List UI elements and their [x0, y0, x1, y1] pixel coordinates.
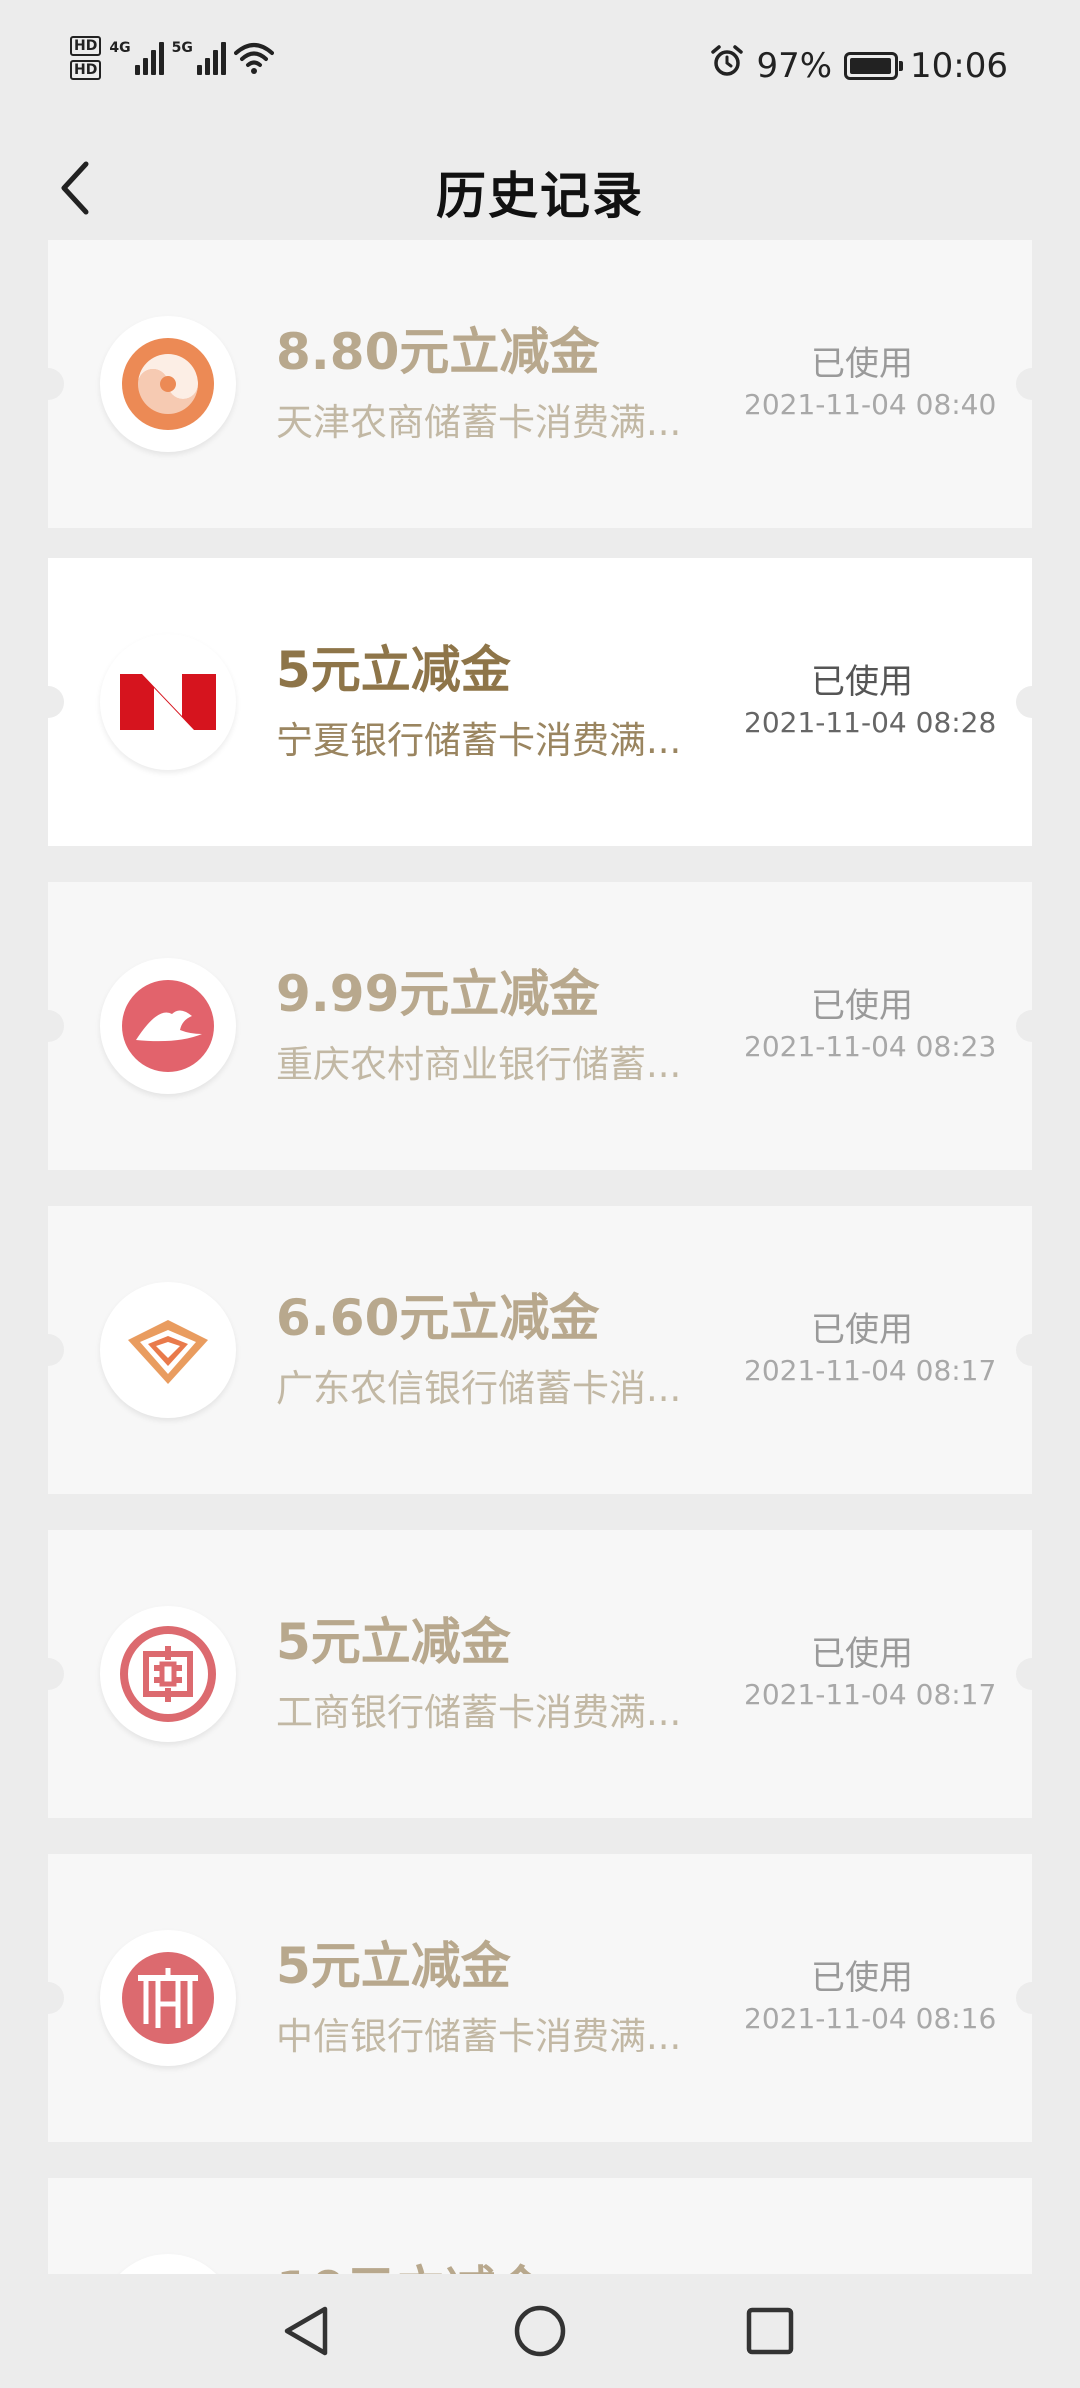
- battery-percent: 97%: [756, 45, 833, 86]
- coupon-card[interactable]: 8.80元立减金 天津农商储蓄卡消费满... 已使用 2021-11-04 08…: [32, 240, 1048, 528]
- alarm-icon: [710, 44, 744, 87]
- page-title: 历史记录: [436, 167, 644, 225]
- clock: 10:06: [910, 45, 1008, 86]
- square-recents-icon: [746, 2307, 794, 2355]
- ningxia-bank-logo: [100, 634, 236, 770]
- coupon-description: 工商银行储蓄卡消费满...: [276, 1691, 682, 1734]
- coupon-time: 2021-11-04 08:16: [744, 2002, 997, 2035]
- status-bar: HD HD 4G 5G 97% 10:06: [0, 0, 1080, 130]
- icbc-logo: [100, 1606, 236, 1742]
- coupon-title: 8.80元立减金: [276, 323, 600, 381]
- coupon-time: 2021-11-04 08:28: [744, 706, 997, 739]
- coupon-description: 中信银行储蓄卡消费满...: [276, 2015, 682, 2058]
- coupon-description: 天津农商储蓄卡消费满...: [276, 401, 682, 444]
- nav-recents-button[interactable]: [735, 2296, 805, 2366]
- guangdong-rural-credit-logo: [100, 1282, 236, 1418]
- hd-badge-1: HD: [70, 36, 102, 56]
- wifi-icon: [233, 41, 274, 75]
- signal-icon: [134, 41, 164, 75]
- coupon-card[interactable]: 5元立减金 宁夏银行储蓄卡消费满... 已使用 2021-11-04 08:28: [32, 558, 1048, 846]
- coupon-card[interactable]: 5元立减金 工商银行储蓄卡消费满... 已使用 2021-11-04 08:17: [32, 1530, 1048, 1818]
- coupon-title: 10元立减金: [276, 2250, 546, 2274]
- signal-group-2: 5G: [172, 41, 226, 75]
- coupon-card[interactable]: 9.99元立减金 重庆农村商业银行储蓄... 已使用 2021-11-04 08…: [32, 882, 1048, 1170]
- chongqing-rural-bank-logo: [100, 958, 236, 1094]
- coupon-history-list[interactable]: 8.80元立减金 天津农商储蓄卡消费满... 已使用 2021-11-04 08…: [0, 240, 1080, 2274]
- network-type-2: 5G: [171, 40, 193, 56]
- coupon-title: 9.99元立减金: [276, 965, 600, 1023]
- status-left: HD HD 4G 5G: [70, 36, 274, 80]
- status-right: 97% 10:06: [710, 44, 1008, 87]
- network-type-1: 4G: [109, 40, 131, 56]
- coupon-time: 2021-11-04 08:17: [744, 1678, 997, 1711]
- triangle-back-icon: [284, 2306, 328, 2356]
- coupon-status: 已使用: [811, 1958, 913, 1998]
- coupon-status: 已使用: [811, 662, 913, 702]
- coupon-card[interactable]: 10元立减金: [48, 2178, 1032, 2274]
- battery-level: [850, 57, 891, 74]
- hd-indicators: HD HD: [70, 36, 102, 80]
- coupon-title: 5元立减金: [276, 1613, 511, 1671]
- coupon-time: 2021-11-04 08:40: [744, 388, 997, 421]
- coupon-description: 宁夏银行储蓄卡消费满...: [276, 719, 682, 762]
- coupon-status: 已使用: [811, 1634, 913, 1674]
- coupon-description: 重庆农村商业银行储蓄...: [276, 1043, 682, 1086]
- coupon-title: 5元立减金: [276, 1937, 511, 1995]
- coupon-description: 广东农信银行储蓄卡消...: [276, 1367, 682, 1410]
- partial-bank-logo: [100, 2254, 236, 2274]
- signal-icon: [196, 41, 226, 75]
- nav-back-button[interactable]: [270, 2296, 340, 2366]
- signal-group-1: 4G: [109, 40, 164, 75]
- circle-home-icon: [514, 2305, 566, 2357]
- tianjin-rural-bank-logo: [100, 316, 236, 452]
- nav-home-button[interactable]: [505, 2296, 575, 2366]
- hd-badge-2: HD: [70, 60, 102, 80]
- system-nav-bar: [0, 2274, 1080, 2388]
- coupon-status: 已使用: [811, 1310, 913, 1350]
- coupon-time: 2021-11-04 08:17: [744, 1354, 997, 1387]
- citic-bank-logo: [100, 1930, 236, 2066]
- coupon-time: 2021-11-04 08:23: [744, 1030, 997, 1063]
- coupon-card[interactable]: 6.60元立减金 广东农信银行储蓄卡消... 已使用 2021-11-04 08…: [32, 1206, 1048, 1494]
- coupon-status: 已使用: [811, 344, 913, 384]
- battery-icon: [844, 51, 904, 80]
- coupon-title: 5元立减金: [276, 641, 511, 699]
- coupon-card[interactable]: 5元立减金 中信银行储蓄卡消费满... 已使用 2021-11-04 08:16: [32, 1854, 1048, 2142]
- coupon-title: 6.60元立减金: [276, 1289, 600, 1347]
- coupon-status: 已使用: [811, 986, 913, 1026]
- header: 历史记录: [0, 130, 1080, 240]
